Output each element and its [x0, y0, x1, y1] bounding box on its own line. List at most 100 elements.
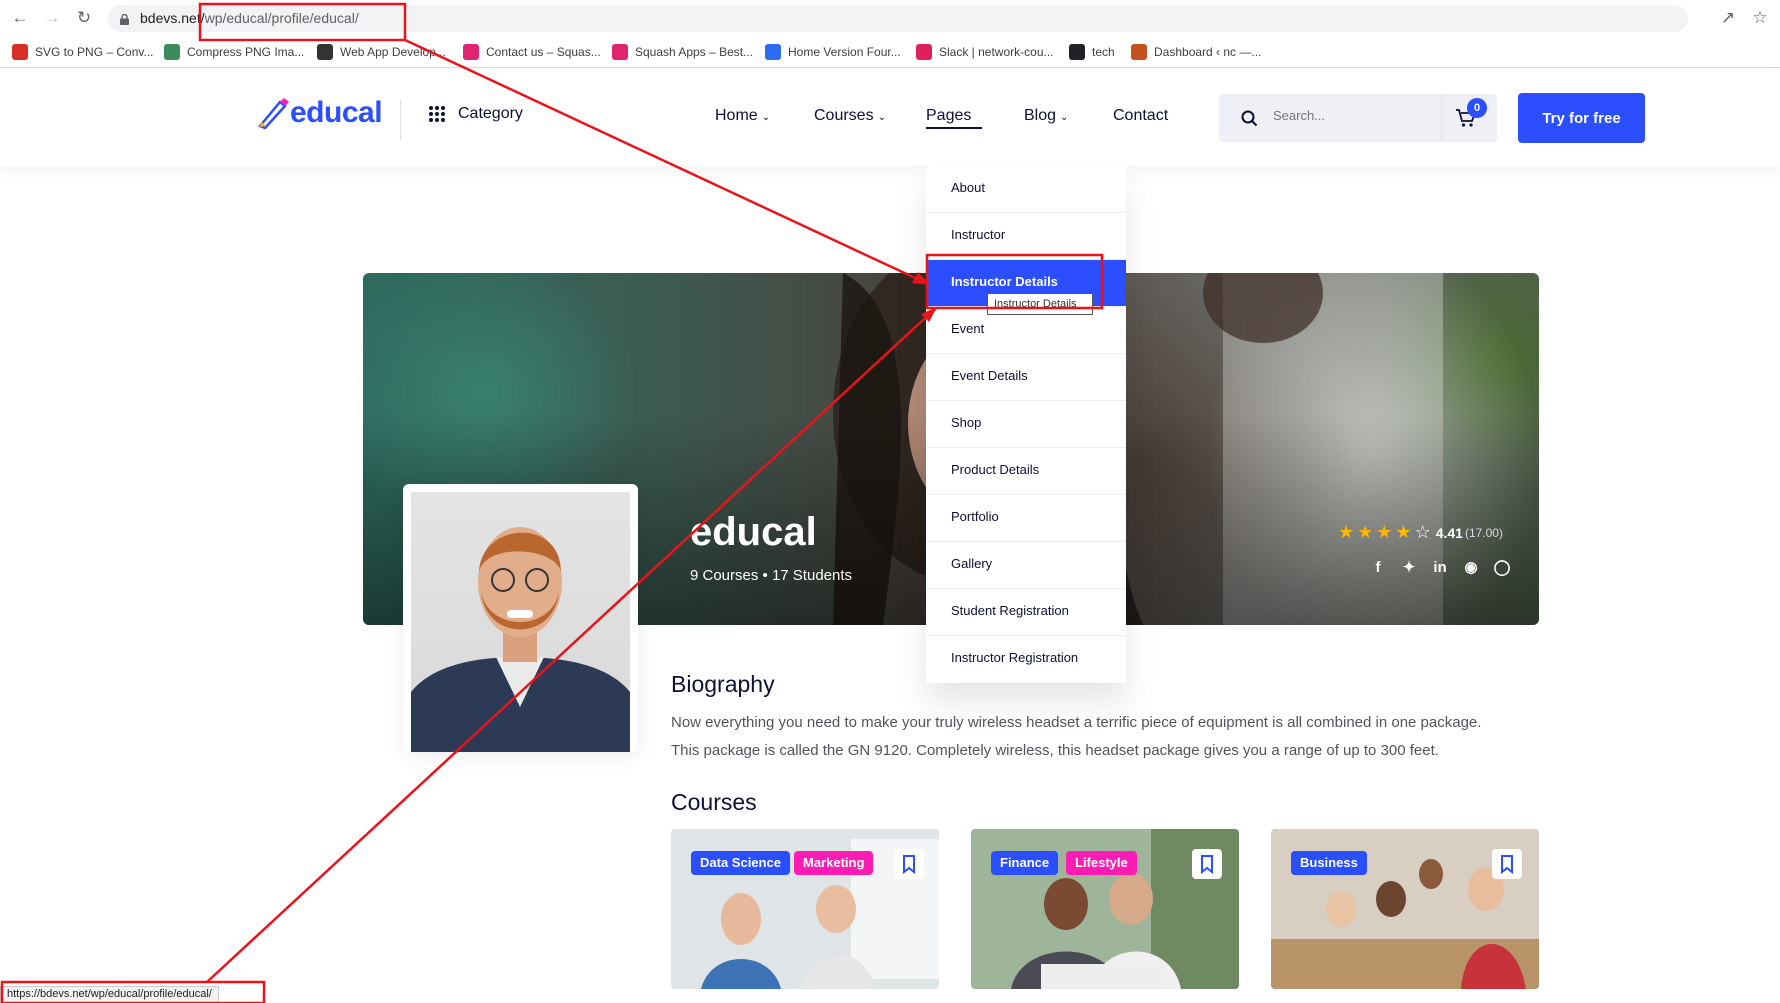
nav-home[interactable]: Home ⌄ [715, 107, 770, 125]
favicon-icon [765, 44, 781, 60]
biography-text: Now everything you need to make your tru… [671, 714, 1482, 731]
bookmark-item[interactable]: Slack | network-cou... [916, 43, 1054, 61]
biography-title: Biography [671, 671, 775, 697]
back-icon[interactable]: ← [10, 8, 30, 28]
course-card[interactable]: Finance Lifestyle [971, 829, 1239, 989]
url-host: bdevs.net/ [140, 10, 205, 26]
category-label: Category [458, 105, 523, 122]
bookmark-label: Home Version Four... [788, 45, 901, 59]
menu-item-instructor-registration[interactable]: Instructor Registration [926, 636, 1126, 683]
menu-item-portfolio[interactable]: Portfolio [926, 495, 1126, 542]
nav-label: Courses [814, 107, 874, 124]
logo[interactable]: educal [256, 96, 383, 130]
nav-courses[interactable]: Courses ⌄ [814, 107, 886, 125]
search-divider [1441, 94, 1442, 142]
favicon-icon [1131, 44, 1147, 60]
bookmark-icon[interactable] [1192, 849, 1222, 879]
instructor-name: educal [690, 510, 817, 554]
rating-count: (17.00) [1464, 525, 1503, 540]
bookmark-icon[interactable] [1492, 849, 1522, 879]
grid-dots-icon [429, 106, 445, 122]
link-tooltip: Instructor Details [987, 293, 1093, 315]
menu-item-about[interactable]: About [926, 166, 1126, 213]
social-links: f ✦ in ◉ ◯ [1368, 558, 1523, 578]
nav-label: Home [715, 107, 758, 124]
site-header: educal Category Home ⌄ Courses ⌄ Pages Blo… [0, 68, 1780, 166]
bookmark-label: Slack | network-cou... [939, 45, 1054, 59]
star-icon: ★ [1357, 522, 1374, 542]
course-tag[interactable]: Lifestyle [1066, 851, 1137, 875]
menu-item-shop[interactable]: Shop [926, 401, 1126, 448]
nav-contact[interactable]: Contact [1113, 107, 1168, 125]
category-menu[interactable]: Category [428, 105, 523, 123]
star-icon: ★ [1376, 522, 1393, 542]
avatar [411, 492, 630, 752]
nav-blog[interactable]: Blog ⌄ [1024, 107, 1068, 125]
instructor-meta: 9 Courses • 17 Students [690, 567, 853, 584]
favicon-icon [164, 44, 180, 60]
bookmark-label: tech [1092, 45, 1115, 59]
favicon-icon [1069, 44, 1085, 60]
forward-icon[interactable]: → [42, 8, 62, 28]
favicon-icon [916, 44, 932, 60]
nav-label: Blog [1024, 107, 1057, 124]
search-icon[interactable] [1241, 110, 1258, 127]
course-card[interactable]: Business [1271, 829, 1539, 989]
bookmark-label: Dashboard ‹ nc —... [1154, 45, 1262, 59]
bookmark-item[interactable]: Web App Develop... [317, 43, 446, 61]
bookmark-label: Web App Develop... [340, 45, 446, 59]
menu-item-student-registration[interactable]: Student Registration [926, 589, 1126, 636]
rating: ★ ★ ★ ★ ☆ 4.41 (17.00) [1338, 522, 1503, 543]
bookmark-item[interactable]: tech [1069, 43, 1115, 61]
twitter-icon[interactable]: ✦ [1399, 558, 1419, 578]
bookmark-icon[interactable] [894, 849, 924, 879]
globe-icon[interactable]: ◉ [1461, 558, 1481, 578]
course-tag[interactable]: Finance [991, 851, 1059, 875]
browser-toolbar: ← → ↻ bdevs.net/wp/educal/profile/educal… [0, 0, 1780, 36]
lock-icon [120, 12, 129, 25]
pencil-logo-icon [257, 98, 289, 130]
avatar-card [403, 484, 638, 752]
nav-active-underline [926, 127, 982, 129]
bookmark-item[interactable]: Compress PNG Ima... [164, 43, 304, 61]
star-icon: ★ [1395, 522, 1412, 542]
bookmark-item[interactable]: SVG to PNG – Conv... [12, 43, 154, 61]
bookmark-item[interactable]: Home Version Four... [765, 43, 901, 61]
course-tag[interactable]: Business [1291, 851, 1367, 875]
course-tag[interactable]: Data Science [691, 851, 790, 875]
favicon-icon [317, 44, 333, 60]
facebook-icon[interactable]: f [1368, 558, 1388, 578]
menu-item-event-details[interactable]: Event Details [926, 354, 1126, 401]
url-text[interactable]: bdevs.net/wp/educal/profile/educal/ [140, 10, 359, 26]
menu-item-instructor[interactable]: Instructor [926, 213, 1126, 260]
star-bookmark-icon[interactable]: ☆ [1750, 8, 1770, 28]
courses-title: Courses [671, 789, 757, 815]
favicon-icon [463, 44, 479, 60]
chevron-down-icon: ⌄ [877, 112, 886, 123]
pages-dropdown-menu: About Instructor Instructor Details Even… [926, 166, 1126, 683]
nav-pages[interactable]: Pages [926, 107, 971, 125]
cart-count-badge: 0 [1467, 98, 1487, 118]
menu-item-gallery[interactable]: Gallery [926, 542, 1126, 589]
linkedin-icon[interactable]: in [1430, 558, 1450, 578]
url-path: wp/educal/profile/educal/ [204, 10, 359, 26]
star-outline-icon: ☆ [1414, 522, 1431, 542]
bookmark-label: SVG to PNG – Conv... [35, 45, 154, 59]
chevron-down-icon: ⌄ [1060, 112, 1069, 123]
search-box [1219, 94, 1497, 142]
instructor-photo [411, 527, 630, 752]
github-icon[interactable]: ◯ [1492, 558, 1512, 578]
bookmark-item[interactable]: Dashboard ‹ nc —... [1131, 43, 1261, 61]
bookmark-item[interactable]: Squash Apps – Best... [612, 43, 753, 61]
reload-icon[interactable]: ↻ [74, 8, 94, 28]
course-tag[interactable]: Marketing [794, 851, 874, 875]
menu-item-product-details[interactable]: Product Details [926, 448, 1126, 495]
bookmark-item[interactable]: Contact us – Squas... [463, 43, 601, 61]
share-icon[interactable]: ↗ [1718, 8, 1738, 28]
favicon-icon [612, 44, 628, 60]
search-input[interactable] [1273, 108, 1433, 123]
bookmark-label: Squash Apps – Best... [635, 45, 754, 59]
favicon-icon [12, 44, 28, 60]
course-card[interactable]: Data Science Marketing [671, 829, 939, 989]
try-for-free-button[interactable]: Try for free [1518, 93, 1645, 143]
